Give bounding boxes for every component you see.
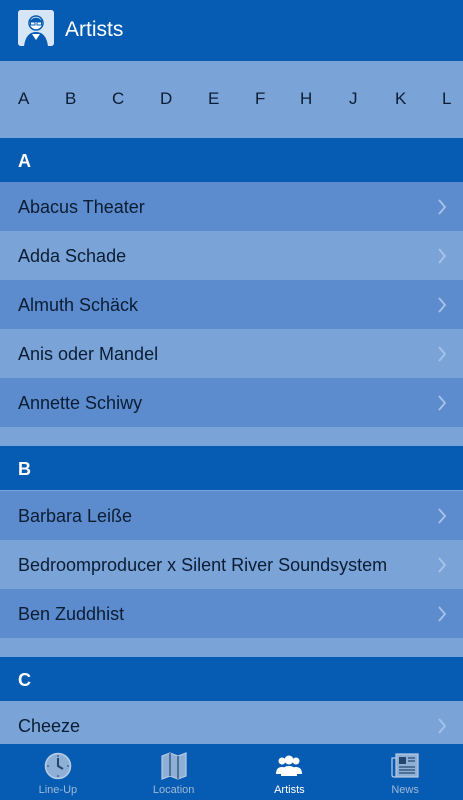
index-letter[interactable]: H bbox=[300, 89, 312, 109]
artist-name: Ben Zuddhist bbox=[18, 604, 125, 624]
index-letter[interactable]: A bbox=[18, 89, 29, 109]
section-letter: A bbox=[18, 151, 31, 171]
list-item[interactable]: Cheeze bbox=[0, 701, 463, 750]
list-item[interactable]: Almuth Schäck bbox=[0, 280, 463, 329]
tab-artists[interactable]: Artists bbox=[232, 744, 348, 800]
index-letter[interactable]: F bbox=[255, 89, 265, 109]
tab-line-up[interactable]: Line-Up bbox=[0, 744, 116, 800]
artist-name: Abacus Theater bbox=[18, 197, 145, 217]
list-item[interactable]: Annette Schiwy bbox=[0, 378, 463, 427]
chevron-right-icon bbox=[438, 199, 447, 215]
index-letter[interactable]: D bbox=[160, 89, 172, 109]
chevron-right-icon bbox=[438, 395, 447, 411]
artist-name: Barbara Leiße bbox=[18, 506, 133, 526]
artist-name: Cheeze bbox=[18, 716, 81, 736]
artist-name: Adda Schade bbox=[18, 246, 127, 266]
artist-name: Annette Schiwy bbox=[18, 393, 143, 413]
list-item[interactable]: Anis oder Mandel bbox=[0, 329, 463, 378]
index-letter[interactable]: C bbox=[112, 89, 124, 109]
nav-header: Artists bbox=[0, 0, 463, 61]
tab-location[interactable]: Location bbox=[116, 744, 232, 800]
index-letter[interactable]: B bbox=[65, 89, 76, 109]
tab-label: Line-Up bbox=[38, 784, 78, 796]
index-letter[interactable]: K bbox=[395, 89, 406, 109]
artist-name: Anis oder Mandel bbox=[18, 344, 159, 364]
list-item[interactable]: Ben Zuddhist bbox=[0, 589, 463, 638]
tab-bar: Line-Up Location Artists News bbox=[0, 744, 463, 800]
section-header-c: C bbox=[0, 657, 463, 701]
tab-news[interactable]: News bbox=[347, 744, 463, 800]
page-title: Artists bbox=[65, 18, 124, 41]
alphabet-index[interactable]: A B C D E F H J K L bbox=[0, 61, 463, 138]
index-letter[interactable]: E bbox=[208, 89, 219, 109]
tab-label: Artists bbox=[274, 784, 305, 796]
chevron-right-icon bbox=[438, 508, 447, 524]
list-item[interactable]: Abacus Theater bbox=[0, 182, 463, 231]
artist-avatar-icon bbox=[18, 10, 54, 46]
chevron-right-icon bbox=[438, 297, 447, 313]
section-letter: C bbox=[18, 670, 31, 690]
list-item[interactable]: Barbara Leiße bbox=[0, 491, 463, 540]
list-item[interactable]: Bedroomproducer x Silent River Soundsyst… bbox=[0, 540, 463, 589]
tab-label: Location bbox=[152, 784, 195, 796]
artist-name: Bedroomproducer x Silent River Soundsyst… bbox=[18, 555, 388, 575]
newspaper-icon bbox=[391, 753, 419, 778]
clock-icon bbox=[44, 752, 72, 780]
index-letter[interactable]: J bbox=[349, 89, 358, 109]
chevron-right-icon bbox=[438, 606, 447, 622]
section-header-a: A bbox=[0, 138, 463, 182]
chevron-right-icon bbox=[438, 718, 447, 734]
people-icon bbox=[276, 755, 303, 776]
chevron-right-icon bbox=[438, 557, 447, 573]
chevron-right-icon bbox=[438, 248, 447, 264]
tab-label: News bbox=[391, 784, 419, 796]
chevron-right-icon bbox=[438, 346, 447, 362]
section-letter: B bbox=[18, 459, 31, 479]
artist-name: Almuth Schäck bbox=[18, 295, 139, 315]
index-letter[interactable]: L bbox=[442, 89, 451, 109]
section-header-b: B bbox=[0, 446, 463, 490]
list-item[interactable]: Adda Schade bbox=[0, 231, 463, 280]
map-icon bbox=[161, 752, 187, 780]
